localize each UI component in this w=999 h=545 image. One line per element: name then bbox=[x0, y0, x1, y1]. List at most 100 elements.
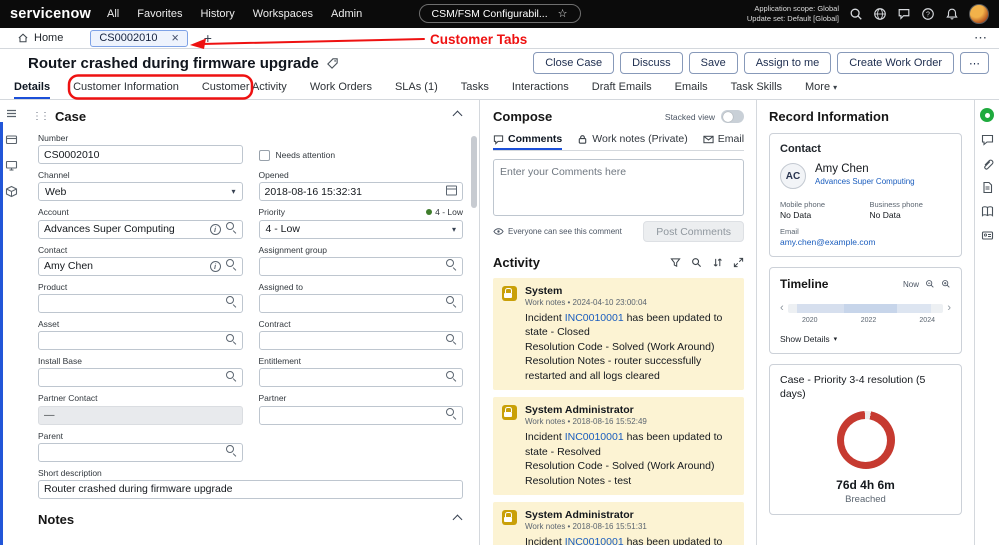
case-panel-scrollbar[interactable] bbox=[471, 136, 477, 208]
contact-company-link[interactable]: Advances Super Computing bbox=[815, 177, 915, 186]
user-avatar[interactable] bbox=[969, 4, 989, 24]
stacked-view-toggle[interactable] bbox=[721, 110, 744, 123]
channel-select[interactable]: Web ▾ bbox=[38, 182, 243, 202]
close-case-button[interactable]: Close Case bbox=[533, 52, 615, 74]
favorite-star-icon[interactable]: ☆ bbox=[558, 7, 568, 20]
lookup-icon[interactable] bbox=[225, 222, 237, 236]
document-icon[interactable] bbox=[981, 181, 994, 194]
collapse-case-section-button[interactable] bbox=[452, 108, 463, 124]
entitlement-input[interactable] bbox=[258, 368, 463, 388]
discuss-button[interactable]: Discuss bbox=[620, 52, 683, 74]
partner-input[interactable] bbox=[258, 405, 463, 425]
timeline-scroll-right-icon[interactable]: › bbox=[947, 303, 951, 314]
tab-more[interactable]: More ▾ bbox=[805, 81, 837, 99]
comment-icon[interactable] bbox=[981, 133, 994, 146]
home-tab[interactable]: Home bbox=[8, 28, 72, 48]
nav-favorites[interactable]: Favorites bbox=[137, 8, 182, 20]
servicenow-logo[interactable]: servicenow bbox=[10, 6, 91, 22]
tab-interactions[interactable]: Interactions bbox=[512, 81, 569, 99]
timeline-scroll-left-icon[interactable]: ‹ bbox=[780, 303, 784, 314]
tab-task-skills[interactable]: Task Skills bbox=[731, 81, 782, 99]
timeline-bar[interactable] bbox=[787, 304, 944, 313]
lookup-icon[interactable] bbox=[225, 333, 237, 348]
contact-card-icon[interactable] bbox=[981, 229, 994, 242]
notifications-bell-icon[interactable] bbox=[945, 7, 959, 21]
install-base-input[interactable] bbox=[38, 368, 243, 388]
knowledge-book-icon[interactable] bbox=[981, 205, 994, 218]
search-icon[interactable] bbox=[849, 7, 863, 21]
tab-slas[interactable]: SLAs (1) bbox=[395, 81, 438, 99]
incident-link[interactable]: INC0010001 bbox=[565, 536, 624, 545]
lookup-icon[interactable] bbox=[225, 370, 237, 385]
create-work-order-button[interactable]: Create Work Order bbox=[837, 52, 954, 74]
lookup-icon[interactable] bbox=[225, 259, 237, 273]
comment-textarea[interactable] bbox=[493, 159, 744, 216]
short-description-input[interactable] bbox=[38, 479, 463, 499]
contract-input[interactable] bbox=[258, 331, 463, 351]
app-picker[interactable]: CSM/FSM Configurabil... ☆ bbox=[418, 4, 581, 23]
close-tab-icon[interactable]: × bbox=[171, 32, 178, 45]
tab-overflow-icon[interactable]: ⋯ bbox=[970, 30, 991, 46]
parent-input[interactable] bbox=[38, 442, 243, 462]
nav-all[interactable]: All bbox=[107, 8, 119, 20]
email-link[interactable]: amy.chen@example.com bbox=[780, 237, 951, 247]
tags-icon[interactable] bbox=[326, 57, 339, 70]
zoom-in-icon[interactable] bbox=[941, 279, 951, 289]
card-icon[interactable] bbox=[5, 133, 18, 146]
display-icon[interactable] bbox=[5, 159, 18, 172]
lookup-icon[interactable] bbox=[225, 445, 237, 459]
tab-tasks[interactable]: Tasks bbox=[461, 81, 489, 99]
priority-select[interactable]: 4 - Low ▾ bbox=[258, 219, 463, 239]
nav-history[interactable]: History bbox=[200, 8, 234, 20]
asset-input[interactable] bbox=[38, 331, 243, 351]
filter-icon[interactable] bbox=[670, 257, 681, 268]
attachment-paperclip-icon[interactable] bbox=[981, 157, 994, 170]
lookup-icon[interactable] bbox=[446, 408, 457, 422]
new-tab-icon[interactable]: + bbox=[200, 30, 216, 46]
agent-presence-icon[interactable] bbox=[980, 108, 994, 122]
tab-customer-information[interactable]: Customer Information bbox=[73, 81, 179, 99]
preview-record-icon[interactable]: i bbox=[209, 260, 221, 273]
tab-comments[interactable]: Comments bbox=[493, 133, 562, 150]
lookup-icon[interactable] bbox=[446, 333, 457, 348]
tab-details[interactable]: Details bbox=[14, 81, 50, 99]
more-actions-button[interactable]: ⋯ bbox=[960, 52, 989, 74]
lookup-icon[interactable] bbox=[446, 370, 457, 385]
number-input[interactable] bbox=[38, 145, 243, 165]
tab-emails[interactable]: Emails bbox=[675, 81, 708, 99]
search-icon[interactable] bbox=[691, 257, 702, 268]
zoom-out-icon[interactable] bbox=[925, 279, 935, 289]
expand-icon[interactable] bbox=[733, 257, 744, 268]
post-comments-button[interactable]: Post Comments bbox=[643, 221, 744, 242]
globe-icon[interactable] bbox=[873, 7, 887, 21]
tab-work-notes[interactable]: Work notes (Private) bbox=[577, 133, 688, 150]
opened-input[interactable] bbox=[258, 182, 463, 202]
tab-draft-emails[interactable]: Draft Emails bbox=[592, 81, 652, 99]
nav-workspaces[interactable]: Workspaces bbox=[253, 8, 313, 20]
preview-record-icon[interactable]: i bbox=[209, 223, 221, 236]
tab-customer-activity[interactable]: Customer Activity bbox=[202, 81, 287, 99]
case-record-tab[interactable]: CS0002010 × bbox=[90, 29, 188, 47]
assigned-to-input[interactable] bbox=[258, 293, 463, 313]
nav-admin[interactable]: Admin bbox=[331, 8, 362, 20]
needs-attention-checkbox[interactable] bbox=[258, 150, 270, 162]
collapse-notes-section-button[interactable] bbox=[452, 512, 463, 528]
assign-to-me-button[interactable]: Assign to me bbox=[743, 52, 832, 74]
help-icon[interactable]: ? bbox=[921, 7, 935, 21]
tab-work-orders[interactable]: Work Orders bbox=[310, 81, 372, 99]
package-icon[interactable] bbox=[5, 185, 18, 198]
sort-icon[interactable] bbox=[712, 257, 723, 268]
incident-link[interactable]: INC0010001 bbox=[565, 312, 624, 324]
assignment-group-input[interactable] bbox=[258, 256, 463, 276]
lookup-icon[interactable] bbox=[446, 259, 457, 273]
incident-link[interactable]: INC0010001 bbox=[565, 431, 624, 443]
calendar-icon[interactable] bbox=[446, 185, 457, 198]
menu-icon[interactable] bbox=[5, 107, 18, 120]
lookup-icon[interactable] bbox=[225, 296, 237, 310]
show-details-button[interactable]: Show Details ▾ bbox=[780, 334, 951, 344]
product-input[interactable] bbox=[38, 293, 243, 313]
lookup-icon[interactable] bbox=[446, 296, 457, 310]
save-button[interactable]: Save bbox=[688, 52, 738, 74]
drag-handle-icon[interactable]: ⋮⋮ bbox=[32, 111, 50, 122]
tab-email[interactable]: Email bbox=[703, 133, 744, 150]
